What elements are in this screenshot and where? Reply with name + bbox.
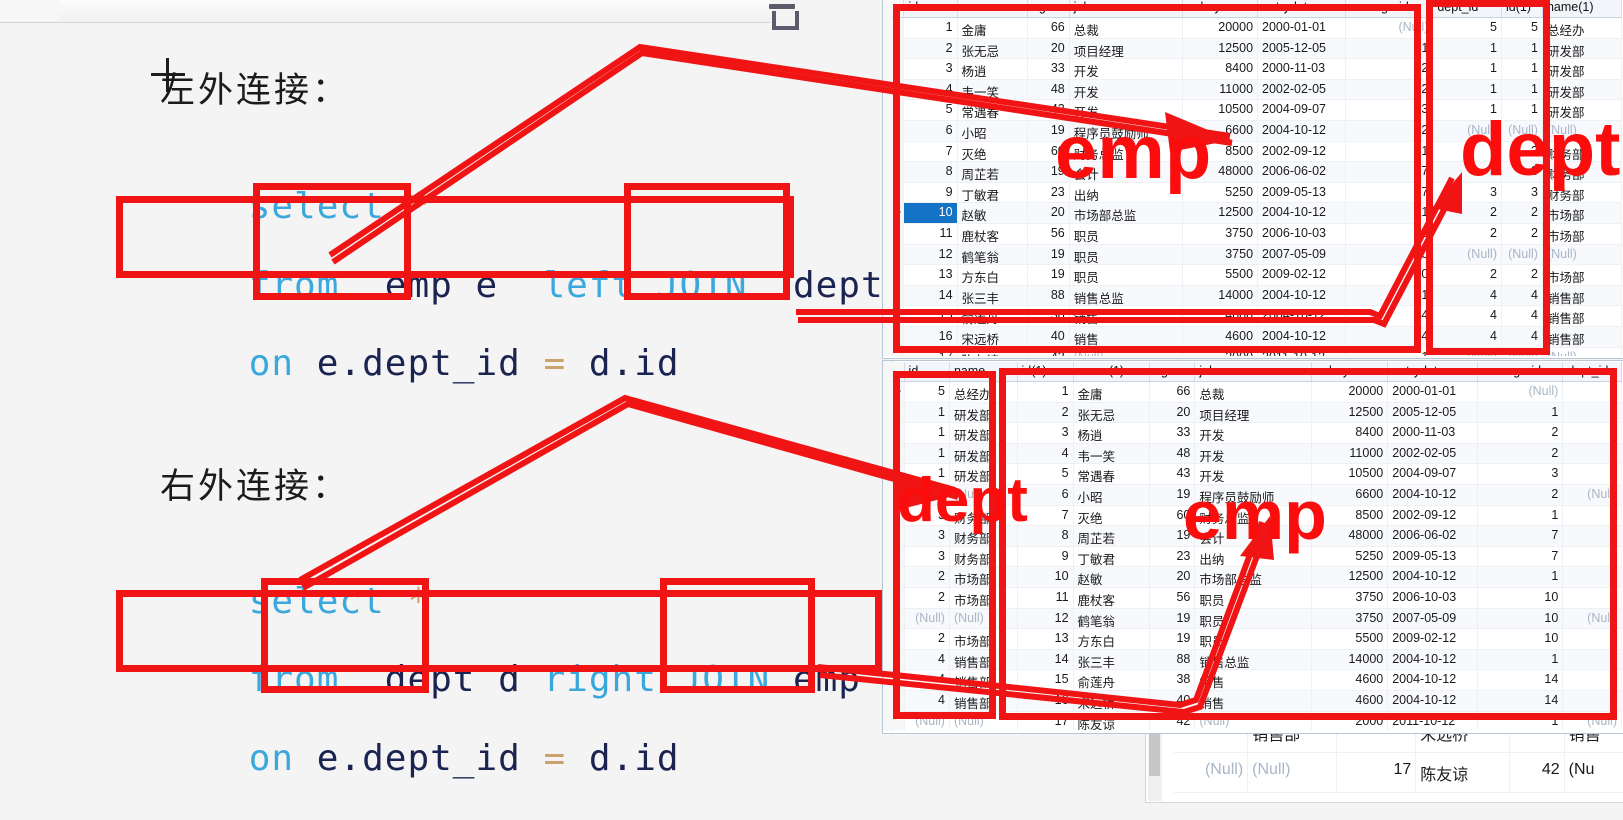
right-join-on-line: on e.dept_id = d.id — [158, 697, 680, 820]
equals-operator: = — [543, 343, 567, 384]
highlight-box-emp-left — [253, 183, 411, 300]
cell-d-name[interactable]: 市场部 — [1543, 223, 1622, 244]
left-join-heading: 左外连接： — [160, 71, 351, 111]
highlight-box-dept-right — [261, 578, 429, 693]
on-right-expr: d.id — [588, 343, 680, 384]
cell-d-name[interactable]: 市场部 — [1543, 265, 1622, 285]
grid-view-icon[interactable] — [768, 2, 799, 30]
cell-d-name[interactable]: 研发部 — [1543, 59, 1622, 79]
cell-d-name[interactable]: (Null) — [1543, 347, 1622, 356]
cell-d-name[interactable]: 销售部 — [1543, 306, 1622, 326]
label-dept-top: dept — [1460, 107, 1621, 192]
table-row[interactable]: (Null) (Null) 17 陈友谅 42 (Nu — [1174, 753, 1623, 793]
on-left-expr: e.dept_id — [316, 738, 521, 779]
cell-d-name[interactable]: 市场部 — [1543, 203, 1622, 223]
right-join-heading: 右外连接： — [160, 467, 351, 507]
highlight-box-dept-columns-bottom — [893, 371, 996, 719]
label-dept-bottom: dept — [897, 466, 1028, 535]
slide-canvas: 左外连接： select * from emp e left JOIN dept… — [0, 0, 1623, 803]
cell-d-name[interactable]: 销售部 — [1543, 326, 1622, 347]
label-emp-top: emp — [1055, 110, 1212, 195]
cell-d-name[interactable]: 总经办 — [1543, 18, 1622, 38]
label-emp-bottom: emp — [1183, 476, 1327, 554]
left-join-on-line: on e.dept_id = d.id — [158, 302, 680, 425]
on-right-expr: d.id — [588, 738, 680, 779]
window-toolbar-strip — [0, 0, 770, 23]
cell-d-name[interactable]: 研发部 — [1543, 38, 1622, 59]
on-left-expr: e.dept_id — [316, 343, 521, 384]
cell-age[interactable]: 42 — [1510, 753, 1565, 792]
highlight-box-emp-right — [660, 578, 815, 693]
cell-name[interactable]: 陈友谅 — [1416, 753, 1511, 792]
cell-d-name[interactable]: (Null) — [1248, 753, 1338, 792]
cell-job[interactable]: (Nu — [1565, 753, 1623, 792]
cell-id[interactable]: 17 — [1337, 753, 1417, 792]
cell-d-name[interactable]: 销售部 — [1543, 285, 1622, 306]
highlight-box-dept-left — [624, 183, 790, 300]
keyword-on: on — [248, 738, 295, 779]
column-header-d-name[interactable]: name(1) — [1543, 0, 1622, 17]
cell-d-id[interactable]: (Null) — [1174, 753, 1249, 792]
cell-d-name[interactable]: (Null) — [1543, 244, 1622, 265]
window-toolbar-left — [0, 0, 60, 21]
equals-operator: = — [543, 738, 567, 779]
keyword-on: on — [248, 343, 295, 384]
cell-d-name[interactable]: 研发部 — [1543, 79, 1622, 100]
